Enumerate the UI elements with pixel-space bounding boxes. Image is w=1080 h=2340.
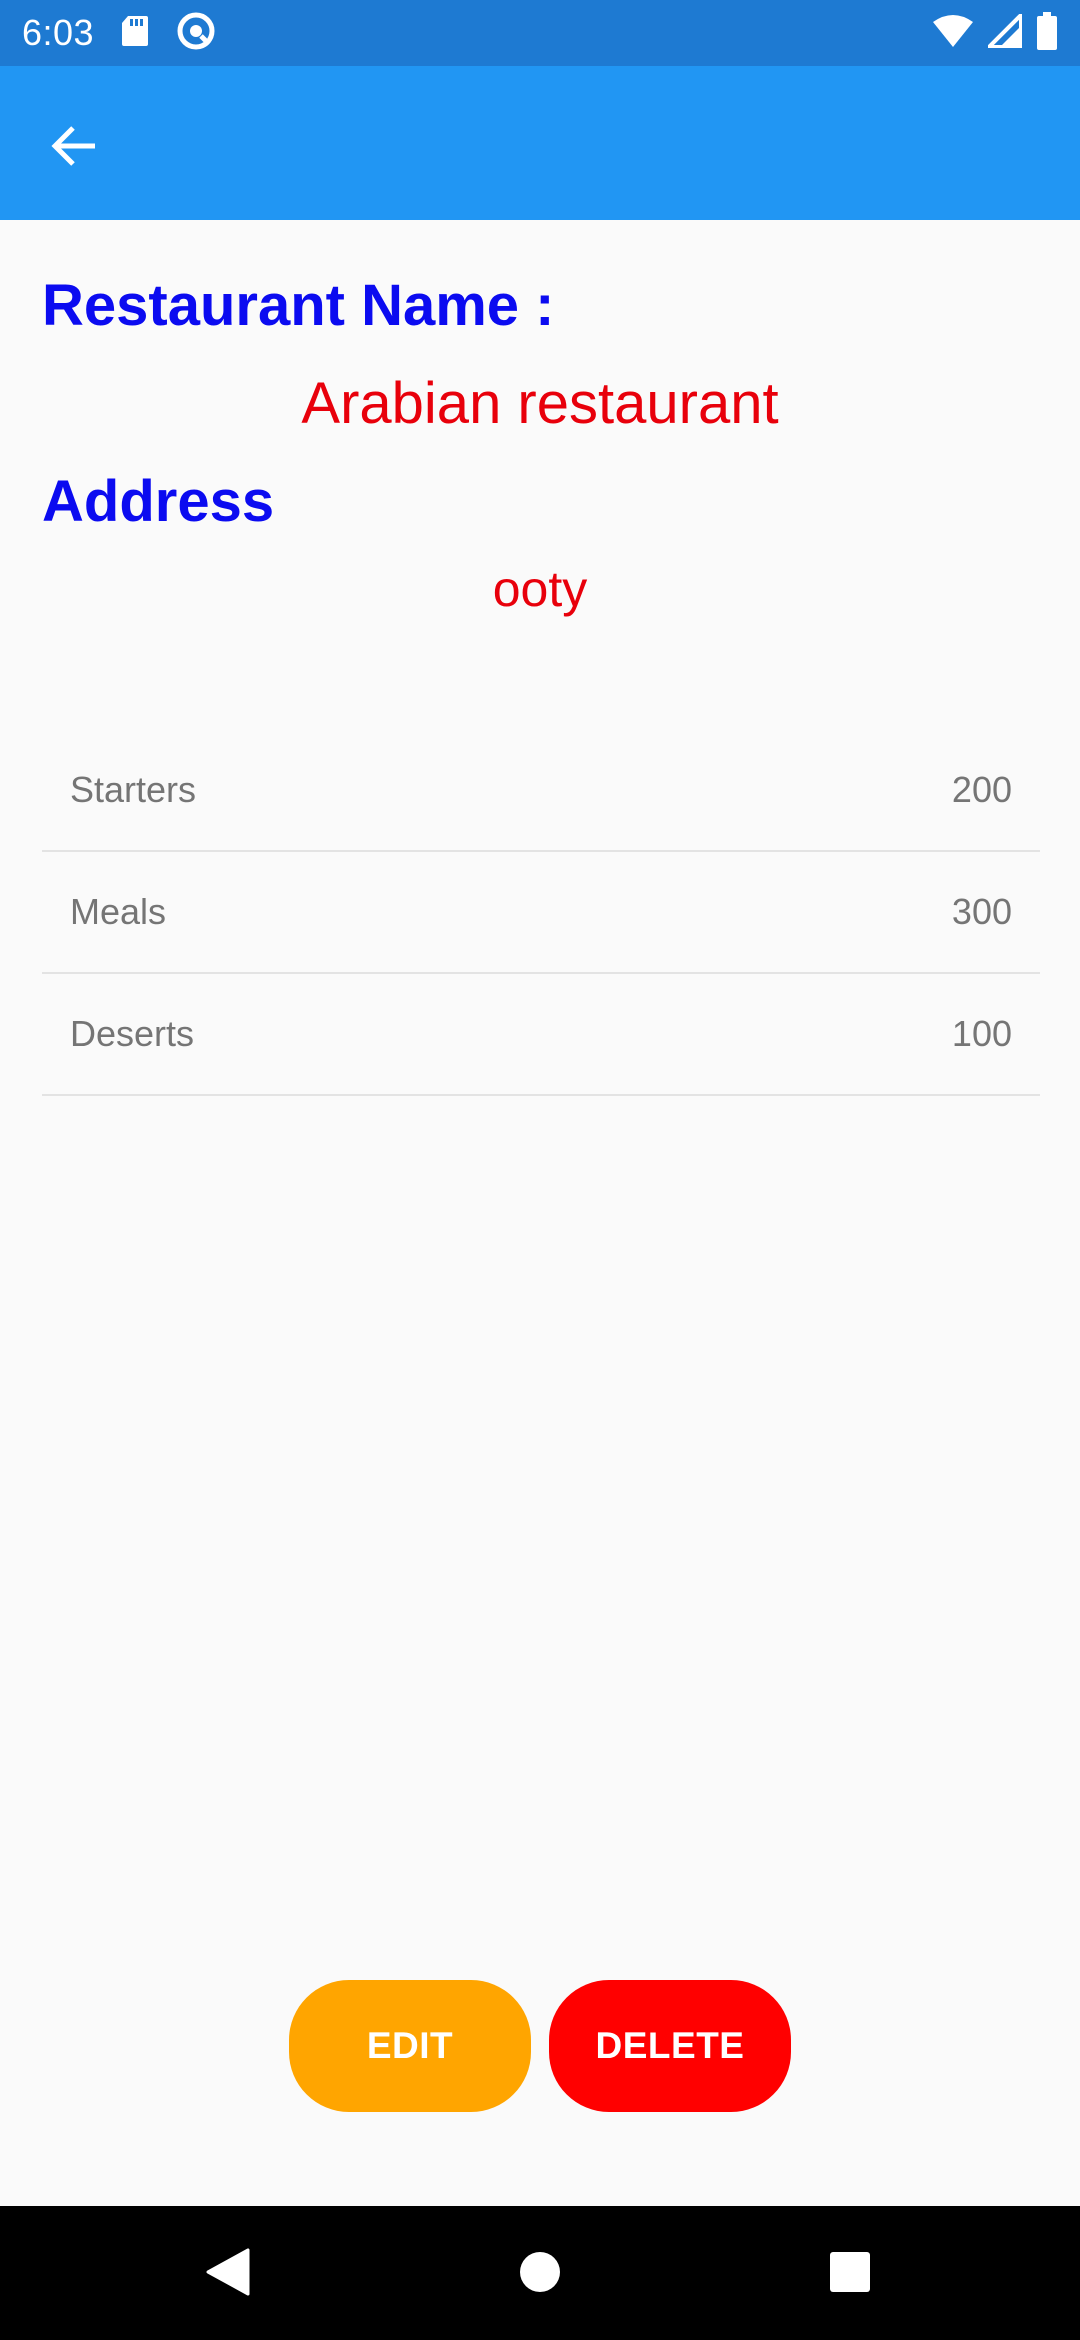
menu-item-price: 300 [951,891,1012,932]
address-label: Address [42,469,275,534]
status-time: 6:03 [22,12,95,53]
menu-item-name: Meals [70,891,167,932]
status-bar: 6:03 [0,0,1080,66]
navigation-bar [0,2206,1080,2340]
back-button[interactable] [32,106,116,190]
restaurant-name-value: Arabian restaurant [301,371,779,436]
status-right [932,9,1058,55]
nav-recents-button[interactable] [818,2242,882,2306]
restaurant-name-label: Restaurant Name : [42,273,555,338]
address-value: ooty [492,561,588,617]
menu-item-name: Starters [70,769,197,810]
list-item[interactable]: Deserts 100 [42,974,1040,1096]
nav-back-button[interactable] [195,2242,259,2306]
delete-button[interactable]: DELETE [549,1980,791,2112]
arrow-back-icon [51,124,97,173]
nav-home-icon [518,2250,562,2299]
app-bar [0,66,1080,220]
nav-recents-icon [828,2250,872,2299]
status-left: 6:03 [22,11,216,56]
sync-icon [176,11,216,56]
action-buttons: EDIT DELETE [0,1980,1080,2112]
sd-card-icon [120,14,150,53]
signal-icon [984,9,1023,53]
nav-back-icon [204,2248,250,2301]
nav-home-button[interactable] [508,2242,572,2306]
menu-list: Starters 200 Meals 300 Deserts 100 [42,730,1040,1096]
edit-button[interactable]: EDIT [289,1980,531,2112]
wifi-icon [932,14,974,53]
menu-item-price: 200 [951,769,1012,810]
menu-item-price: 100 [951,1013,1012,1054]
menu-item-name: Deserts [70,1013,195,1054]
list-item[interactable]: Starters 200 [42,730,1040,852]
battery-icon [1036,11,1058,55]
list-item[interactable]: Meals 300 [42,852,1040,974]
